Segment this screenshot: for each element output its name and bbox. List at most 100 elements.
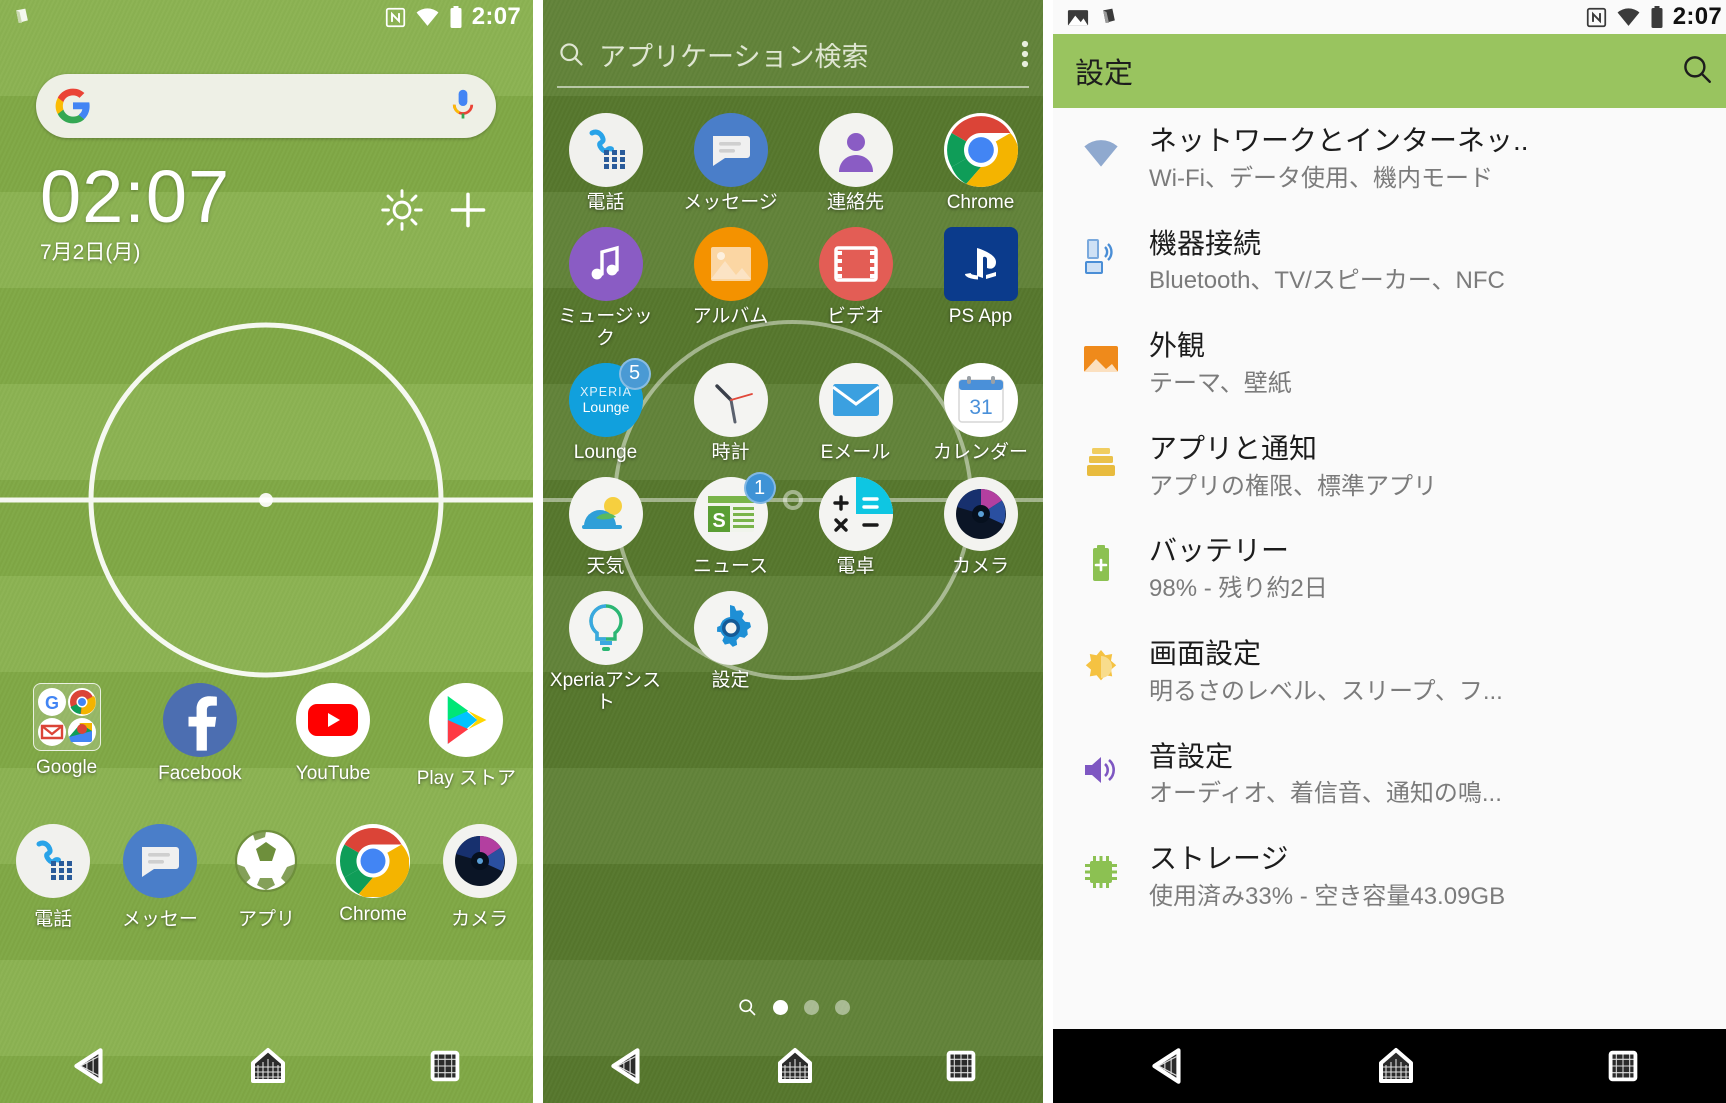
notification-badge: 1 [743, 472, 776, 505]
image-icon [1067, 9, 1089, 26]
status-bar-left-icons [1067, 7, 1119, 27]
phone-icon [589, 129, 625, 169]
app-drawer-search-bar[interactable]: アプリケーション検索 [557, 22, 1029, 88]
drawer-app-ps-app[interactable]: PS App [918, 219, 1043, 349]
drawer-app-contacts[interactable]: 連絡先 [793, 105, 918, 213]
page-dot-active[interactable] [772, 999, 788, 1015]
drawer-app-video[interactable]: ビデオ [793, 219, 918, 349]
microphone-icon[interactable] [448, 87, 478, 125]
settings-header-bar: 設定 [1053, 34, 1726, 108]
music-icon [591, 246, 619, 280]
settings-item-subtitle: 使用済み33% - 空き容量43.09GB [1149, 882, 1506, 910]
settings-item-subtitle: オーディオ、着信音、通知の鳴... [1149, 780, 1502, 808]
svg-text:S: S [712, 510, 725, 532]
dock-app-camera[interactable]: カメラ [426, 824, 533, 931]
cast-icon [1079, 235, 1123, 279]
settings-item-subtitle: アプリの権限、標準アプリ [1149, 472, 1437, 500]
home-app-facebook[interactable]: Facebook [133, 683, 266, 790]
google-folder-icon: G [37, 688, 96, 746]
drawer-app-phone[interactable]: 電話 [543, 105, 668, 213]
settings-list[interactable]: ネットワークとインターネッ.. Wi-Fi、データ使用、機内モード 機器接続 B… [1053, 108, 1726, 1103]
settings-item-network[interactable]: ネットワークとインターネッ.. Wi-Fi、データ使用、機内モード [1053, 108, 1726, 211]
drawer-app-calculator[interactable]: 電卓 [793, 469, 918, 577]
app-label: YouTube [295, 763, 371, 784]
app-label: カレンダー [932, 441, 1028, 463]
settings-item-storage[interactable]: ストレージ 使用済み33% - 空き容量43.09GB [1053, 826, 1726, 929]
notification-badge: 5 [618, 357, 651, 390]
app-label: 電卓 [836, 556, 875, 578]
recents-net-icon[interactable] [940, 1045, 982, 1087]
dock-app-messages[interactable]: メッセー [107, 824, 214, 931]
wifi-icon [1079, 132, 1123, 176]
app-label: 時計 [711, 441, 750, 463]
drawer-app-chrome[interactable]: Chrome [918, 105, 1043, 213]
drawer-app-email[interactable]: Eメール [793, 355, 918, 463]
back-triangle-icon[interactable] [67, 1043, 113, 1089]
drawer-app-calendar[interactable]: 31 カレンダー [918, 355, 1043, 463]
wifi-icon [416, 7, 439, 26]
settings-item-title: 画面設定 [1149, 637, 1262, 669]
home-goal-icon[interactable] [773, 1044, 817, 1088]
search-icon [560, 43, 583, 66]
dock-app-drawer[interactable]: アプリ [213, 824, 320, 931]
phone-icon [36, 840, 73, 880]
back-triangle-icon[interactable] [1145, 1043, 1191, 1089]
app-drawer-row: ミュージック アルバム ビデオ PS App [543, 219, 1043, 349]
home-app-google-folder[interactable]: G Google [0, 683, 133, 790]
page-dot[interactable] [834, 999, 850, 1015]
dock-app-chrome[interactable]: Chrome [320, 824, 427, 931]
settings-item-sound[interactable]: 音設定 オーディオ、着信音、通知の鳴... [1053, 724, 1726, 827]
drawer-app-weather[interactable]: 天気 [543, 469, 668, 577]
app-label: カメラ [451, 909, 509, 930]
home-goal-icon[interactable] [1374, 1044, 1418, 1088]
storage-chip-icon [1079, 850, 1123, 894]
app-label: Eメール [820, 441, 891, 463]
google-search-bar[interactable] [36, 74, 496, 138]
video-icon [833, 246, 878, 283]
drawer-app-settings[interactable]: 設定 [668, 583, 793, 713]
home-app-youtube[interactable]: YouTube [267, 683, 400, 790]
settings-item-subtitle: 98% - 残り約2日 [1149, 575, 1328, 603]
settings-item-appearance[interactable]: 外観 テーマ、壁紙 [1053, 313, 1726, 416]
calculator-icon [818, 477, 893, 552]
home-goal-icon[interactable] [246, 1044, 290, 1088]
search-icon[interactable] [737, 997, 757, 1017]
page-indicator [543, 997, 1043, 1017]
nfc-icon [1586, 7, 1606, 27]
app-label: 天気 [586, 556, 625, 578]
drawer-app-messages[interactable]: メッセージ [668, 105, 793, 213]
clock-widget[interactable]: 02:07 7月2日(月) [40, 159, 500, 266]
lightbulb-icon [588, 604, 623, 652]
widget-date: 7月2日(月) [40, 241, 141, 265]
more-vertical-icon[interactable] [1021, 39, 1029, 69]
drawer-app-xperia-assist[interactable]: Xperiaアシスト [543, 583, 668, 713]
drawer-app-news-suite[interactable]: S 1 ニュース [668, 469, 793, 577]
app-label: Facebook [158, 763, 242, 784]
page-dot[interactable] [803, 999, 819, 1015]
battery-icon [1651, 6, 1663, 28]
settings-item-battery[interactable]: バッテリー 98% - 残り約2日 [1053, 518, 1726, 621]
appearance-icon [1079, 337, 1123, 381]
search-icon[interactable] [1680, 52, 1714, 86]
drawer-app-album[interactable]: アルバム [668, 219, 793, 349]
drawer-app-xperia-lounge[interactable]: XPERIA Lounge 5 Lounge [543, 355, 668, 463]
settings-item-apps-notifications[interactable]: アプリと通知 アプリの権限、標準アプリ [1053, 416, 1726, 519]
drawer-app-camera[interactable]: カメラ [918, 469, 1043, 577]
app-drawer-search-placeholder: アプリケーション検索 [599, 41, 869, 72]
apps-stack-icon [1079, 440, 1123, 484]
svg-text:G: G [45, 693, 59, 713]
drawer-app-music[interactable]: ミュージック [543, 219, 668, 349]
panel-divider [1043, 0, 1053, 1103]
app-label: 連絡先 [826, 192, 884, 213]
settings-item-display[interactable]: 画面設定 明るさのレベル、スリープ、フ... [1053, 621, 1726, 724]
dock-app-phone[interactable]: 電話 [0, 824, 107, 931]
home-app-play-store[interactable]: Play ストア [400, 683, 533, 790]
recents-net-icon[interactable] [424, 1045, 466, 1087]
recents-net-icon[interactable] [1602, 1045, 1644, 1087]
sun-icon[interactable] [380, 188, 424, 232]
back-triangle-icon[interactable] [604, 1043, 650, 1089]
plus-icon[interactable] [446, 188, 490, 232]
drawer-app-clock[interactable]: 時計 [668, 355, 793, 463]
settings-item-title: ネットワークとインターネッ.. [1149, 125, 1529, 156]
settings-item-device-connection[interactable]: 機器接続 Bluetooth、TV/スピーカー、NFC [1053, 211, 1726, 314]
